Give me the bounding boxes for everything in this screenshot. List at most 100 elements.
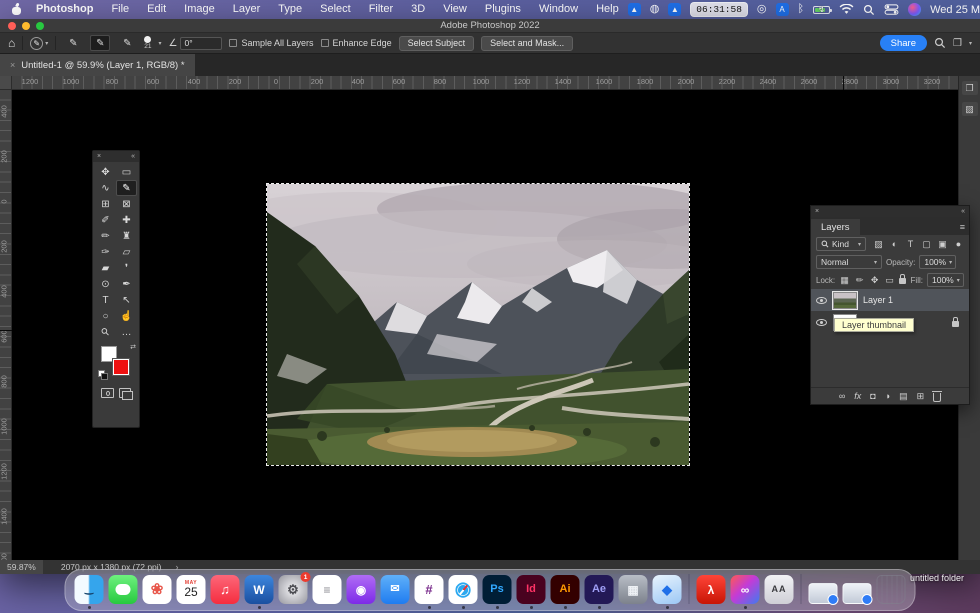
layer-visibility-icon[interactable] <box>816 297 827 304</box>
quick-selection-tool[interactable]: ✎ <box>116 180 137 196</box>
calendar-dock-icon[interactable]: MAY25 <box>177 575 206 604</box>
lock-all-icon[interactable] <box>899 278 906 284</box>
menu-view[interactable]: View <box>434 0 476 19</box>
illustrator-dock-icon[interactable]: Ai <box>551 575 580 604</box>
select-subject-button[interactable]: Select Subject <box>399 36 475 51</box>
filter-kind-dropdown[interactable]: Kind ▾ <box>816 237 866 251</box>
type-tool[interactable]: T <box>95 292 116 308</box>
menu-select[interactable]: Select <box>311 0 360 19</box>
battery-icon[interactable]: ↯ <box>813 6 830 14</box>
after-effects-dock-icon[interactable]: Ae <box>585 575 614 604</box>
desktop-folder-label[interactable]: untitled folder <box>910 573 964 583</box>
lock-transparency-icon[interactable]: ▦ <box>839 275 850 286</box>
options-search-icon[interactable] <box>934 37 946 49</box>
menu-photoshop[interactable]: Photoshop <box>27 0 102 19</box>
layer-row-layer1[interactable]: Layer 1 <box>811 289 969 311</box>
tool-preset-picker[interactable]: ✎▾ <box>30 37 48 50</box>
minimized-window-dock-icon-1[interactable] <box>809 583 838 604</box>
podcasts-dock-icon[interactable]: ◉ <box>347 575 376 604</box>
history-brush-tool[interactable]: ✑ <box>95 244 116 260</box>
collapsed-panel-icon-1[interactable]: ❐ <box>962 81 978 95</box>
blur-tool[interactable]: ❜ <box>116 260 137 276</box>
pixel-layers-filter-icon[interactable]: ▨ <box>873 239 884 250</box>
menubar-date[interactable]: Wed 25 May <box>930 4 980 16</box>
indesign-dock-icon[interactable]: Id <box>517 575 546 604</box>
subtract-from-selection-mode-button[interactable]: ✎ <box>117 35 137 51</box>
screen-mode-icon[interactable] <box>119 388 131 398</box>
hand-tool[interactable]: ☝ <box>116 308 137 324</box>
window-titlebar[interactable]: Adobe Photoshop 2022 <box>0 19 980 33</box>
select-and-mask-button[interactable]: Select and Mask... <box>481 36 573 51</box>
wifi-icon[interactable] <box>839 4 854 15</box>
enhance-edge-checkbox[interactable]: Enhance Edge <box>321 38 392 48</box>
panel-menu-icon[interactable]: ≡ <box>960 222 965 232</box>
menu-help[interactable]: Help <box>587 0 628 19</box>
new-layer-icon[interactable]: ⊞ <box>917 391 925 402</box>
menu-file[interactable]: File <box>102 0 138 19</box>
messages-dock-icon[interactable] <box>109 575 138 604</box>
angle-input[interactable]: 0° <box>180 37 222 50</box>
path-selection-tool[interactable]: ↖ <box>116 292 137 308</box>
eraser-tool[interactable]: ▱ <box>116 244 137 260</box>
crop-tool[interactable]: ⊞ <box>95 196 116 212</box>
lock-paint-icon[interactable]: ✏ <box>854 275 865 286</box>
safari-dock-icon[interactable]: ◉ <box>449 575 478 604</box>
search-icon[interactable] <box>863 4 875 16</box>
menu-plugins[interactable]: Plugins <box>476 0 530 19</box>
photos-dock-icon[interactable]: ❀ <box>143 575 172 604</box>
document-tab[interactable]: × Untitled-1 @ 59.9% (Layer 1, RGB/8) * <box>0 54 195 76</box>
rectangular-marquee-tool[interactable]: ▭ <box>116 164 137 180</box>
shape-layers-filter-icon[interactable]: ▢ <box>921 239 932 250</box>
sample-all-layers-checkbox[interactable]: Sample All Layers <box>229 38 313 48</box>
menu-filter[interactable]: Filter <box>360 0 402 19</box>
control-center-icon[interactable] <box>884 4 899 15</box>
blue-app-menubar-icon-2[interactable]: ▲ <box>668 3 681 16</box>
chevron-down-icon[interactable]: ▾ <box>159 40 162 47</box>
link-layers-icon[interactable]: ∞ <box>839 391 845 401</box>
fill-field[interactable]: 100% ▾ <box>927 273 964 287</box>
creative-cloud-dock-icon[interactable]: ∞ <box>731 575 760 604</box>
home-icon[interactable]: ⌂ <box>8 36 15 50</box>
slack-dock-icon[interactable]: # <box>415 575 444 604</box>
clone-stamp-tool[interactable]: ♜ <box>116 228 137 244</box>
collapse-panel-icon[interactable]: « <box>961 208 965 215</box>
adjustment-layers-filter-icon[interactable]: ◐ <box>889 239 900 250</box>
pen-tool[interactable]: ✒ <box>116 276 137 292</box>
swap-colors-icon[interactable]: ⇄ <box>130 343 136 351</box>
layer-mask-icon[interactable]: ◘ <box>870 391 875 401</box>
layer-effects-icon[interactable]: fx <box>854 391 861 401</box>
menu-image[interactable]: Image <box>175 0 224 19</box>
system-utility-dock-icon[interactable]: ▦ <box>619 575 648 604</box>
lock-artboard-icon[interactable]: ▭ <box>884 275 895 286</box>
menu-window[interactable]: Window <box>530 0 587 19</box>
smart-object-filter-icon[interactable]: ▣ <box>937 239 948 250</box>
menu-type[interactable]: Type <box>269 0 311 19</box>
close-panel-icon[interactable]: × <box>97 153 101 160</box>
new-selection-mode-button[interactable]: ✎ <box>63 35 83 51</box>
frame-tool[interactable]: ⊠ <box>116 196 137 212</box>
brush-size-picker[interactable]: 21 <box>144 36 151 51</box>
fonts-dock-icon[interactable]: AA <box>765 575 794 604</box>
photoshop-dock-icon[interactable]: Ps <box>483 575 512 604</box>
blue-app-menubar-icon-1[interactable]: ▲ <box>628 3 641 16</box>
move-tool[interactable]: ✥ <box>95 164 116 180</box>
opacity-field[interactable]: 100% ▾ <box>919 255 956 269</box>
background-color-swatch[interactable] <box>113 359 129 375</box>
workspace-switcher-icon[interactable]: ❐ <box>953 38 962 49</box>
lock-move-icon[interactable]: ✥ <box>869 275 880 286</box>
close-panel-icon[interactable]: × <box>815 208 819 215</box>
layer1-name[interactable]: Layer 1 <box>863 295 893 305</box>
quick-mask-icon[interactable] <box>101 388 114 398</box>
canvas-image[interactable] <box>267 184 689 465</box>
trash-dock-icon[interactable] <box>877 575 906 604</box>
word-dock-icon[interactable]: W <box>245 575 274 604</box>
bluetooth-icon[interactable]: ᛒ <box>798 3 805 16</box>
siri-icon[interactable] <box>908 3 921 16</box>
collapsed-panel-icon-2[interactable]: ▨ <box>962 102 978 116</box>
apple-logo-icon[interactable] <box>12 4 21 15</box>
adjustment-layer-icon[interactable]: ◑ <box>885 391 890 401</box>
type-layers-filter-icon[interactable]: T <box>905 239 916 250</box>
collapse-panel-icon[interactable]: « <box>131 153 135 160</box>
gradient-tool[interactable]: ▰ <box>95 260 116 276</box>
filter-toggle-icon[interactable]: ● <box>953 239 964 250</box>
